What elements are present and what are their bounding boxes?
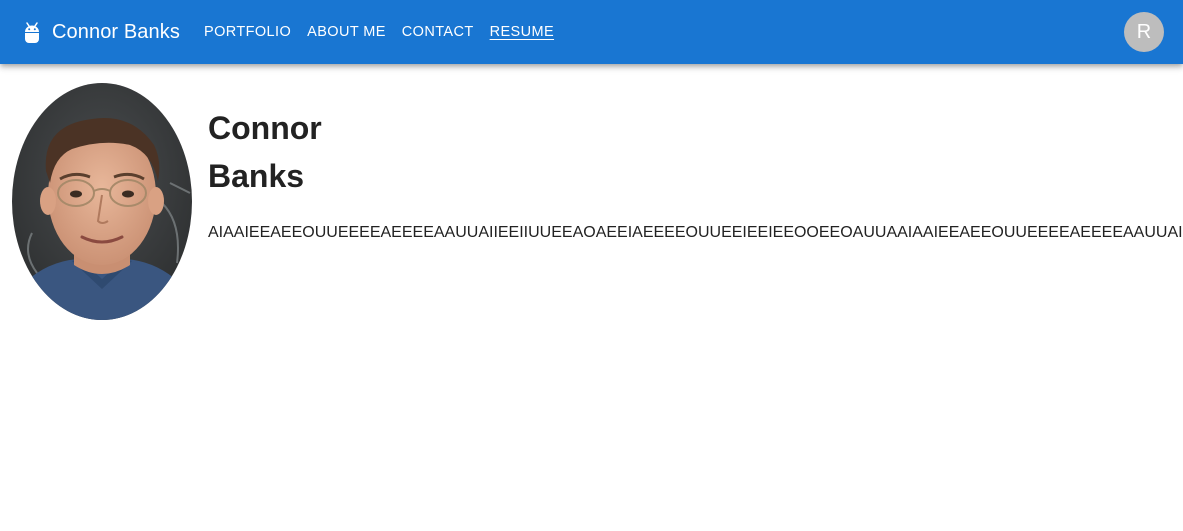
app-bar: Connor Banks PORTFOLIO ABOUT ME CONTACT … [0,0,1183,64]
profile-last-name: Banks [208,158,305,194]
nav-link-resume[interactable]: RESUME [490,23,554,43]
profile-photo [12,83,192,320]
profile-bio: AIAAIEEAEEOUUEEEEAEEEEAAUUAIIEEIIUUEEAOA… [208,224,1183,241]
profile-photo-illustration [12,83,192,320]
user-avatar[interactable]: R [1124,12,1164,52]
nav-link-contact[interactable]: CONTACT [402,23,474,43]
main-nav: PORTFOLIO ABOUT ME CONTACT RESUME [204,23,554,43]
nav-link-portfolio[interactable]: PORTFOLIO [204,23,291,43]
brand-title[interactable]: Connor Banks [52,19,180,45]
android-icon[interactable] [23,21,41,45]
profile-first-name: Connor [208,110,322,146]
nav-link-about-me[interactable]: ABOUT ME [307,23,386,43]
